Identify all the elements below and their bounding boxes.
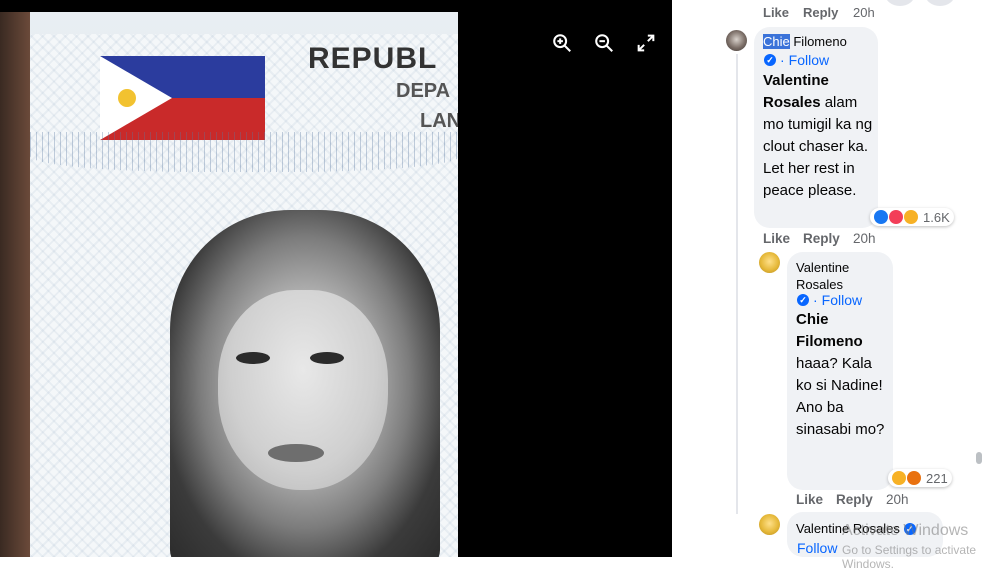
philippine-flag [100, 56, 265, 140]
love-reaction-icon [889, 210, 903, 224]
verified-badge-icon: ✓ [797, 294, 809, 306]
haha-reaction-icon [892, 471, 906, 485]
zoom-out-icon[interactable] [593, 32, 615, 54]
portrait-eye-right [310, 352, 344, 364]
card-subheader-2: LAN [420, 110, 458, 132]
reaction-summary[interactable]: 221 [888, 469, 952, 487]
like-link[interactable]: Like [763, 231, 790, 246]
author-highlight: Chie [763, 34, 790, 49]
follow-label: Follow [797, 540, 838, 556]
prev-like-link[interactable]: Like [763, 5, 789, 20]
comment-author[interactable]: Chie Filomeno [763, 34, 847, 49]
avatar[interactable] [759, 252, 780, 273]
comment-timestamp: 20h [853, 231, 876, 246]
card-header-text: REPUBL [308, 42, 438, 75]
comment-text: Chie Filomeno haaa? Kala ko si Nadine! A… [796, 309, 886, 441]
windows-watermark-title: Activate Windows [842, 522, 969, 539]
comment-body: haaa? Kala ko si Nadine! Ano ba sinasabi… [796, 355, 885, 438]
prev-reply-link[interactable]: Reply [803, 5, 838, 20]
angry-reaction-icon [907, 471, 921, 485]
follow-link[interactable]: ✓ · Follow [764, 52, 829, 68]
follow-link[interactable]: Follow [797, 540, 837, 556]
care-reaction-icon [904, 210, 918, 224]
reaction-summary[interactable]: 1.6K [870, 208, 954, 226]
author-name-rest: Filomeno [789, 34, 847, 49]
comment-timestamp: 20h [886, 492, 909, 507]
windows-watermark-subtitle: Go to Settings to activate Windows. [842, 543, 977, 571]
reply-link[interactable]: Reply [836, 492, 873, 507]
reaction-count: 1.6K [923, 209, 950, 225]
image-viewer: REPUBL DEPA LAN [0, 0, 672, 557]
portrait-eye-left [236, 352, 270, 364]
comment-mention[interactable]: Valentine Rosales [763, 72, 829, 111]
id-card-photo: REPUBL DEPA LAN [0, 12, 458, 557]
reaction-count: 221 [926, 470, 948, 486]
avatar[interactable] [726, 30, 747, 51]
reply-link[interactable]: Reply [803, 231, 840, 246]
scrollbar-thumb[interactable] [976, 452, 982, 464]
follow-label: Follow [788, 52, 830, 68]
prev-timestamp: 20h [853, 5, 875, 20]
follow-dot: · [780, 52, 785, 68]
comment-mention[interactable]: Chie Filomeno [796, 311, 863, 350]
thumb [0, 12, 30, 557]
card-wave-pattern [30, 132, 458, 172]
like-link[interactable]: Like [796, 492, 823, 507]
verified-badge-icon: ✓ [764, 54, 776, 66]
thread-line [736, 54, 738, 514]
comment-author[interactable]: Valentine Rosales [796, 259, 886, 293]
portrait-lips [268, 444, 324, 462]
follow-dot: · [813, 292, 818, 308]
expand-icon[interactable] [635, 32, 657, 54]
card-subheader-1: DEPA [396, 80, 451, 102]
avatar[interactable] [759, 514, 780, 535]
follow-link[interactable]: ✓ · Follow [797, 292, 862, 308]
follow-label: Follow [821, 292, 863, 308]
zoom-in-icon[interactable] [551, 32, 573, 54]
like-reaction-icon [874, 210, 888, 224]
comment-text: Valentine Rosales alam mo tumigil ka ng … [763, 70, 873, 202]
